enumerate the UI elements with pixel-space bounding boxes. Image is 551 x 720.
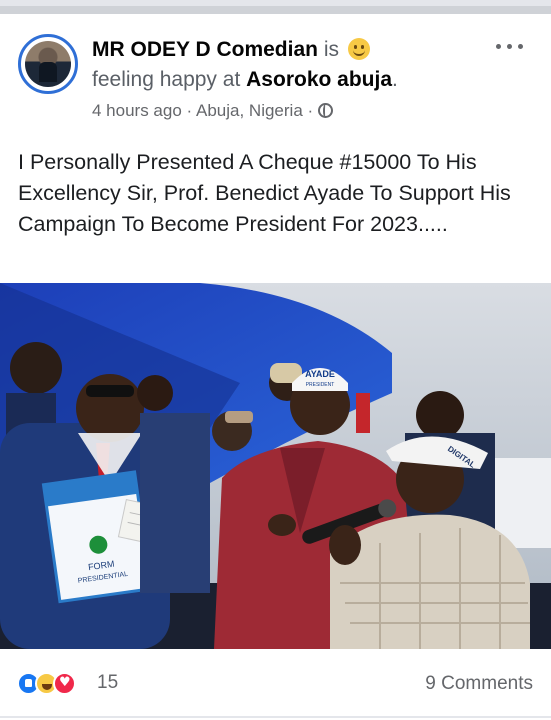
- more-options-button[interactable]: [496, 40, 524, 52]
- post-meta: 4 hours ago · Abuja, Nigeria ·: [92, 101, 333, 121]
- post-photo[interactable]: FORM PRESIDENTIAL AYADE PRESIDENT DIGITA…: [0, 283, 551, 649]
- cap-text-1b: PRESIDENT: [306, 382, 335, 388]
- photo-illustration: FORM PRESIDENTIAL AYADE PRESIDENT DIGITA…: [0, 283, 551, 649]
- smiley-icon: [347, 38, 370, 60]
- feeling-line: feeling happy at Asoroko abuja.: [92, 68, 398, 92]
- avatar[interactable]: [18, 34, 78, 94]
- love-icon: [53, 672, 76, 695]
- cap-text-1: AYADE: [305, 369, 335, 379]
- author-name[interactable]: MR ODEY D Comedian: [92, 38, 318, 61]
- post-header: MR ODEY D Comedian is: [92, 38, 370, 62]
- feeling-text: feeling happy at: [92, 68, 241, 91]
- is-word: is: [323, 38, 339, 61]
- location-tag[interactable]: Asoroko abuja: [246, 68, 392, 91]
- top-separator: [0, 0, 551, 14]
- post-place[interactable]: Abuja, Nigeria: [196, 101, 303, 120]
- post-time[interactable]: 4 hours ago: [92, 101, 182, 120]
- comments-link[interactable]: 9 Comments: [425, 673, 533, 695]
- reaction-count: 15: [97, 672, 119, 693]
- location-suffix: .: [392, 68, 398, 91]
- globe-icon: [317, 103, 333, 118]
- meta-separator-2: ·: [307, 101, 314, 120]
- meta-separator: ·: [186, 101, 193, 120]
- post-text: I Personally Presented A Cheque #15000 T…: [18, 150, 511, 236]
- footer-divider: [0, 716, 551, 718]
